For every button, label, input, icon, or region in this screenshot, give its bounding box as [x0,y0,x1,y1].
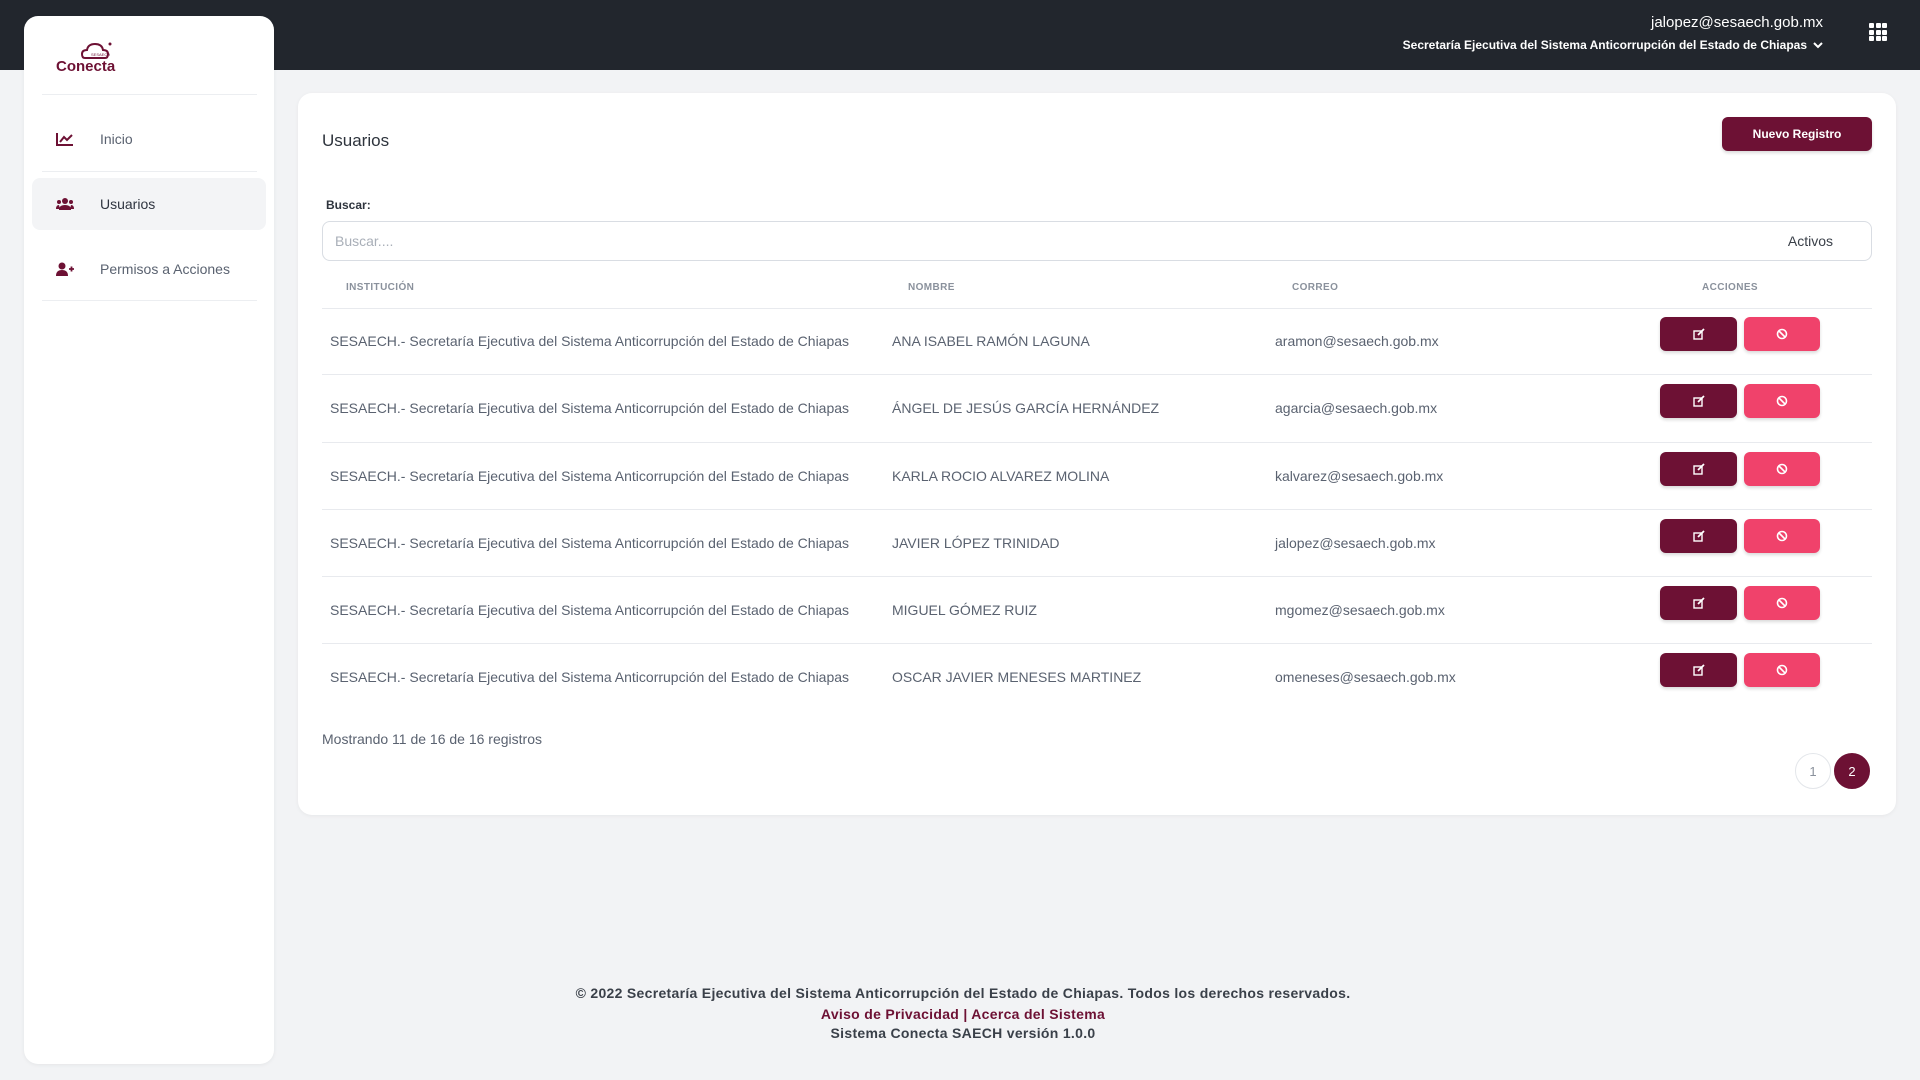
edit-button[interactable] [1660,586,1737,620]
edit-button[interactable] [1660,317,1737,351]
footer-separator: | [959,1006,972,1022]
ban-icon [1776,530,1788,542]
user-plus-icon [56,262,74,276]
disable-button[interactable] [1744,586,1820,620]
edit-icon [1692,395,1705,407]
ban-icon [1776,463,1788,475]
table-row: SESAECH.- Secretaría Ejecutiva del Siste… [322,443,1872,510]
page-1-button[interactable]: 1 [1795,753,1831,789]
svg-text:SESAECH: SESAECH [91,52,110,57]
email-cell: kalvarez@sesaech.gob.mx [1275,468,1444,484]
name-cell: JAVIER LÓPEZ TRINIDAD [892,535,1060,551]
email-cell: jalopez@sesaech.gob.mx [1275,535,1436,551]
copyright-text: © 2022 Secretaría Ejecutiva del Sistema … [575,985,1351,1001]
page-2-button[interactable]: 2 [1834,753,1870,789]
disable-button[interactable] [1744,384,1820,418]
search-input[interactable] [335,222,1535,260]
search-box: Activos [322,221,1872,261]
records-count: Mostrando 11 de 16 de 16 registros [322,731,542,747]
edit-button[interactable] [1660,452,1737,486]
name-cell: MIGUEL GÓMEZ RUIZ [892,602,1037,618]
sidebar-item-label: Permisos a Acciones [100,261,230,277]
sidebar-item-usuarios[interactable]: Usuarios [32,178,266,230]
table-row: SESAECH.- Secretaría Ejecutiva del Siste… [322,510,1872,577]
column-header-acciones: ACCIONES [1702,282,1758,293]
ban-icon [1776,664,1788,676]
institution-cell: SESAECH.- Secretaría Ejecutiva del Siste… [330,602,850,618]
divider [42,300,257,301]
organization-selector[interactable]: Secretaría Ejecutiva del Sistema Anticor… [1403,38,1823,52]
users-icon [56,198,74,210]
edit-icon [1692,328,1705,340]
name-cell: KARLA ROCIO ALVAREZ MOLINA [892,468,1110,484]
divider [42,94,257,95]
sidebar-item-label: Inicio [100,131,133,147]
institution-cell: SESAECH.- Secretaría Ejecutiva del Siste… [330,333,850,349]
chevron-down-icon [1813,42,1823,49]
table-row: SESAECH.- Secretaría Ejecutiva del Siste… [322,308,1872,375]
sidebar-item-inicio[interactable]: Inicio [32,113,266,165]
table-row: SESAECH.- Secretaría Ejecutiva del Siste… [322,375,1872,443]
status-filter[interactable]: Activos [1788,233,1833,249]
new-record-button[interactable]: Nuevo Registro [1722,117,1872,151]
edit-button[interactable] [1660,519,1737,553]
brand-name: Conecta [56,58,116,75]
institution-cell: SESAECH.- Secretaría Ejecutiva del Siste… [330,468,850,484]
edit-icon [1692,463,1705,475]
ban-icon [1776,328,1788,340]
privacy-link[interactable]: Aviso de Privacidad [821,1006,959,1022]
search-label: Buscar: [326,198,371,212]
column-header-nombre[interactable]: NOMBRE [908,282,955,293]
edit-icon [1692,664,1705,676]
chart-icon [56,133,73,146]
footer: © 2022 Secretaría Ejecutiva del Sistema … [298,985,1628,1041]
organization-name: Secretaría Ejecutiva del Sistema Anticor… [1402,38,1807,52]
disable-button[interactable] [1744,317,1820,351]
name-cell: ANA ISABEL RAMÓN LAGUNA [892,333,1090,349]
edit-icon [1692,597,1705,609]
email-cell: mgomez@sesaech.gob.mx [1275,602,1445,618]
edit-button[interactable] [1660,384,1737,418]
edit-icon [1692,530,1705,542]
institution-cell: SESAECH.- Secretaría Ejecutiva del Siste… [330,535,850,551]
institution-cell: SESAECH.- Secretaría Ejecutiva del Siste… [330,669,850,685]
grid-icon[interactable] [1869,23,1887,41]
disable-button[interactable] [1744,452,1820,486]
pagination: 1 2 [1795,753,1870,789]
user-email: jalopez@sesaech.gob.mx [1651,14,1823,31]
top-bar: jalopez@sesaech.gob.mx Secretaría Ejecut… [0,0,1920,70]
email-cell: aramon@sesaech.gob.mx [1275,333,1439,349]
name-cell: OSCAR JAVIER MENESES MARTINEZ [892,669,1142,685]
version-text: Sistema Conecta SAECH versión 1.0.0 [830,1025,1096,1041]
page-title: Usuarios [322,131,390,150]
table-row: SESAECH.- Secretaría Ejecutiva del Siste… [322,577,1872,644]
email-cell: omeneses@sesaech.gob.mx [1275,669,1456,685]
column-header-institucion[interactable]: INSTITUCIÓN [346,282,414,293]
name-cell: ÁNGEL DE JESÚS GARCÍA HERNÁNDEZ [892,400,1160,416]
edit-button[interactable] [1660,653,1737,687]
email-cell: agarcia@sesaech.gob.mx [1275,400,1438,416]
sidebar: SESAECH Conecta Inicio Usuarios Permisos… [24,16,274,1064]
institution-cell: SESAECH.- Secretaría Ejecutiva del Siste… [330,400,850,416]
column-header-correo[interactable]: CORREO [1292,282,1338,293]
ban-icon [1776,597,1788,609]
sidebar-item-label: Usuarios [100,196,156,212]
sidebar-item-permisos[interactable]: Permisos a Acciones [32,243,266,295]
divider [42,171,257,172]
about-link[interactable]: Acerca del Sistema [971,1006,1105,1022]
disable-button[interactable] [1744,653,1820,687]
users-card: Usuarios Nuevo Registro Buscar: Activos … [298,93,1896,815]
ban-icon [1776,395,1788,407]
disable-button[interactable] [1744,519,1820,553]
table-row: SESAECH.- Secretaría Ejecutiva del Siste… [322,644,1872,711]
